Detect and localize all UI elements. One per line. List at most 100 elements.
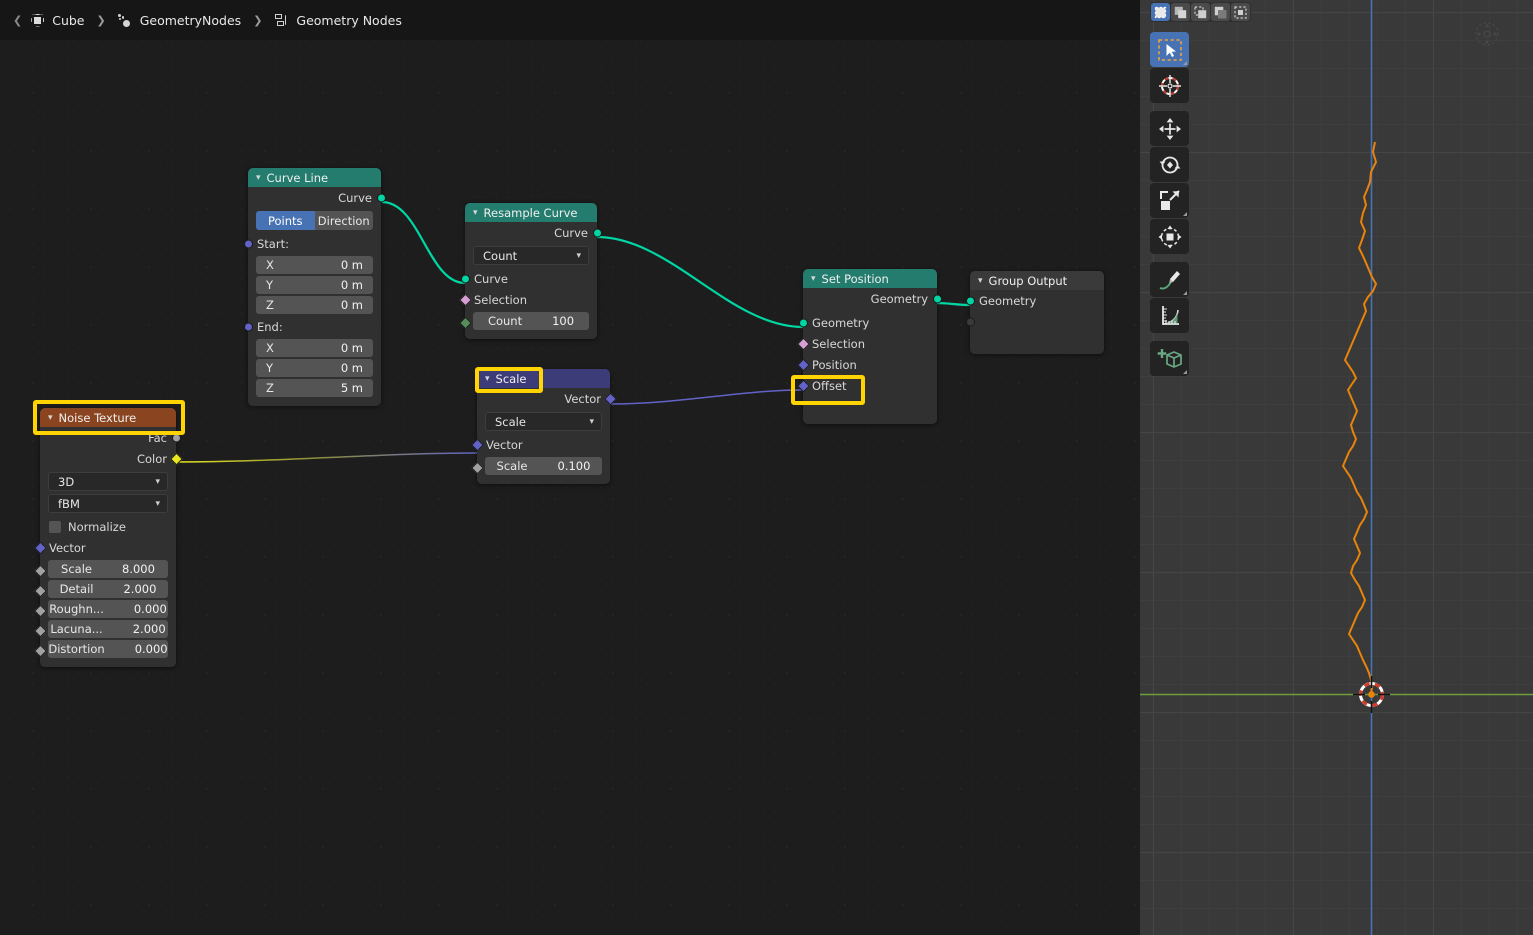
curve-line-mode-toggle[interactable]: Points Direction <box>256 211 373 230</box>
tool-annotate[interactable] <box>1150 262 1189 297</box>
input-socket-distortion[interactable] <box>33 644 47 658</box>
end-z-field[interactable]: Z 5 m <box>256 379 373 397</box>
node-scale-header[interactable]: ▾ Scale <box>477 369 610 388</box>
noise-dimension-dropdown[interactable]: 3D ▾ <box>48 472 168 491</box>
chevron-down-icon[interactable]: ▾ <box>473 208 478 218</box>
input-socket-position[interactable] <box>796 358 810 371</box>
input-socket-geometry[interactable] <box>798 318 808 327</box>
scale-value-field[interactable]: Scale 0.100 <box>485 457 602 475</box>
ruler-icon <box>1161 305 1179 325</box>
geometry-node-editor[interactable]: ❮ Cube ❯ GeometryNodes ❯ Geometry Nodes … <box>0 0 1140 935</box>
input-socket-scale[interactable] <box>33 564 47 578</box>
end-y-value: 0 m <box>340 361 363 375</box>
navigation-gizmo[interactable] <box>1473 20 1501 48</box>
tool-tweak[interactable] <box>1150 32 1189 67</box>
chevron-down-icon[interactable]: ▾ <box>48 413 53 423</box>
scale-operation-value: Scale <box>495 414 526 429</box>
end-y-field[interactable]: Y 0 m <box>256 359 373 377</box>
start-y-label: Y <box>266 278 274 292</box>
input-socket-new[interactable] <box>965 317 975 326</box>
3d-viewport[interactable] <box>1140 0 1533 935</box>
tool-transform[interactable] <box>1150 219 1189 254</box>
output-socket-geometry[interactable] <box>932 294 942 303</box>
node-noise-texture[interactable]: ▾ Noise Texture Fac Color 3D ▾ fBM ▾ Nor… <box>33 408 183 667</box>
resample-mode-dropdown[interactable]: Count ▾ <box>473 246 589 265</box>
selmode-intersect[interactable] <box>1231 3 1250 21</box>
noise-type-dropdown[interactable]: fBM ▾ <box>48 494 168 513</box>
noise-lacunarity-value: 2.000 <box>132 622 166 636</box>
tool-add-cube[interactable] <box>1150 341 1189 376</box>
input-socket-offset[interactable] <box>796 379 810 392</box>
tool-rotate[interactable] <box>1150 147 1189 182</box>
selmode-set[interactable] <box>1151 3 1170 21</box>
output-socket-color[interactable] <box>169 452 183 465</box>
output-socket-curve[interactable] <box>592 228 602 237</box>
tool-measure[interactable] <box>1150 298 1189 333</box>
noise-lacunarity-field[interactable]: Lacuna... 2.000 <box>48 620 168 638</box>
selmode-subtract[interactable] <box>1191 3 1210 21</box>
input-socket-vector[interactable] <box>470 438 484 451</box>
input-socket-geometry[interactable] <box>965 296 975 305</box>
output-socket-curve[interactable] <box>376 193 386 202</box>
node-group-output-header[interactable]: ▾ Group Output <box>970 271 1104 290</box>
noise-detail-field[interactable]: Detail 2.000 <box>48 580 168 598</box>
node-resample-curve-header[interactable]: ▾ Resample Curve <box>465 203 597 222</box>
resample-count-field[interactable]: Count 100 <box>473 312 589 330</box>
node-scale[interactable]: ▾ Scale Vector Scale ▾ Vector Scale 0.10… <box>470 369 617 484</box>
chevron-down-icon[interactable]: ▾ <box>978 276 983 286</box>
noise-scale-field[interactable]: Scale 8.000 <box>48 560 168 578</box>
end-x-field[interactable]: X 0 m <box>256 339 373 357</box>
node-curve-line[interactable]: ▾ Curve Line Curve Points Direction Star… <box>243 168 386 406</box>
toggle-points[interactable]: Points <box>256 211 315 230</box>
normalize-checkbox[interactable] <box>49 520 61 533</box>
chevron-down-icon[interactable]: ▾ <box>256 173 261 183</box>
tool-cursor[interactable] <box>1150 68 1189 103</box>
breadcrumb-item-nodetree[interactable]: Geometry Nodes <box>271 13 404 28</box>
breadcrumb-item-modifier[interactable]: GeometryNodes <box>115 13 244 28</box>
scale-operation-dropdown[interactable]: Scale ▾ <box>485 412 602 431</box>
start-z-field[interactable]: Z 0 m <box>256 296 373 314</box>
selmode-extend[interactable] <box>1171 3 1190 21</box>
node-set-position-body: Geometry Geometry Selection Position Off… <box>796 288 942 424</box>
noise-detail-label: Detail <box>59 582 94 596</box>
breadcrumb-back-arrow[interactable]: ❮ <box>8 15 27 26</box>
tool-move[interactable] <box>1150 111 1189 146</box>
input-socket-curve[interactable] <box>460 274 470 283</box>
noise-type-value: fBM <box>58 496 80 511</box>
input-socket-vector[interactable] <box>33 541 47 554</box>
start-x-field[interactable]: X 0 m <box>256 256 373 274</box>
selection-mode-bar[interactable] <box>1150 2 1251 22</box>
node-group-output[interactable]: ▾ Group Output Geometry <box>965 271 1104 354</box>
chevron-down-icon[interactable]: ▾ <box>811 274 816 284</box>
noise-normalize-row[interactable]: Normalize <box>40 516 176 537</box>
input-socket-count[interactable] <box>458 316 472 330</box>
breadcrumb-label-modifier: GeometryNodes <box>139 12 242 28</box>
noise-roughness-field[interactable]: Roughn... 0.000 <box>48 600 168 618</box>
noise-distortion-field[interactable]: Distortion 0.000 <box>48 640 168 658</box>
input-socket-start[interactable] <box>243 239 253 248</box>
input-socket-roughness[interactable] <box>33 604 47 618</box>
start-y-field[interactable]: Y 0 m <box>256 276 373 294</box>
input-socket-selection[interactable] <box>796 337 810 350</box>
node-set-position[interactable]: ▾ Set Position Geometry Geometry Selecti… <box>796 269 942 424</box>
breadcrumb-item-object[interactable]: Cube <box>27 13 87 28</box>
input-socket-detail[interactable] <box>33 584 47 598</box>
curve-line-start-label: Start: <box>243 233 381 254</box>
node-curve-line-header[interactable]: ▾ Curve Line <box>248 168 381 187</box>
chevron-down-icon[interactable]: ▾ <box>485 374 490 384</box>
output-socket-vector[interactable] <box>603 392 617 405</box>
node-noise-texture-header[interactable]: ▾ Noise Texture <box>40 408 176 427</box>
chevron-down-icon: ▾ <box>155 498 160 509</box>
selmode-invert[interactable] <box>1211 3 1230 21</box>
toggle-direction[interactable]: Direction <box>314 211 373 230</box>
input-socket-end[interactable] <box>243 322 253 331</box>
output-socket-fac[interactable] <box>171 433 181 442</box>
tool-scale[interactable] <box>1150 183 1189 218</box>
input-socket-lacunarity[interactable] <box>33 624 47 638</box>
input-socket-scale[interactable] <box>470 461 484 475</box>
input-socket-selection[interactable] <box>458 293 472 306</box>
scale-value-row: Scale 0.100 <box>470 457 610 475</box>
node-set-position-header[interactable]: ▾ Set Position <box>803 269 937 288</box>
viewport-toolbar[interactable] <box>1150 32 1190 383</box>
node-resample-curve[interactable]: ▾ Resample Curve Curve Count ▾ Curve Sel… <box>458 203 602 339</box>
